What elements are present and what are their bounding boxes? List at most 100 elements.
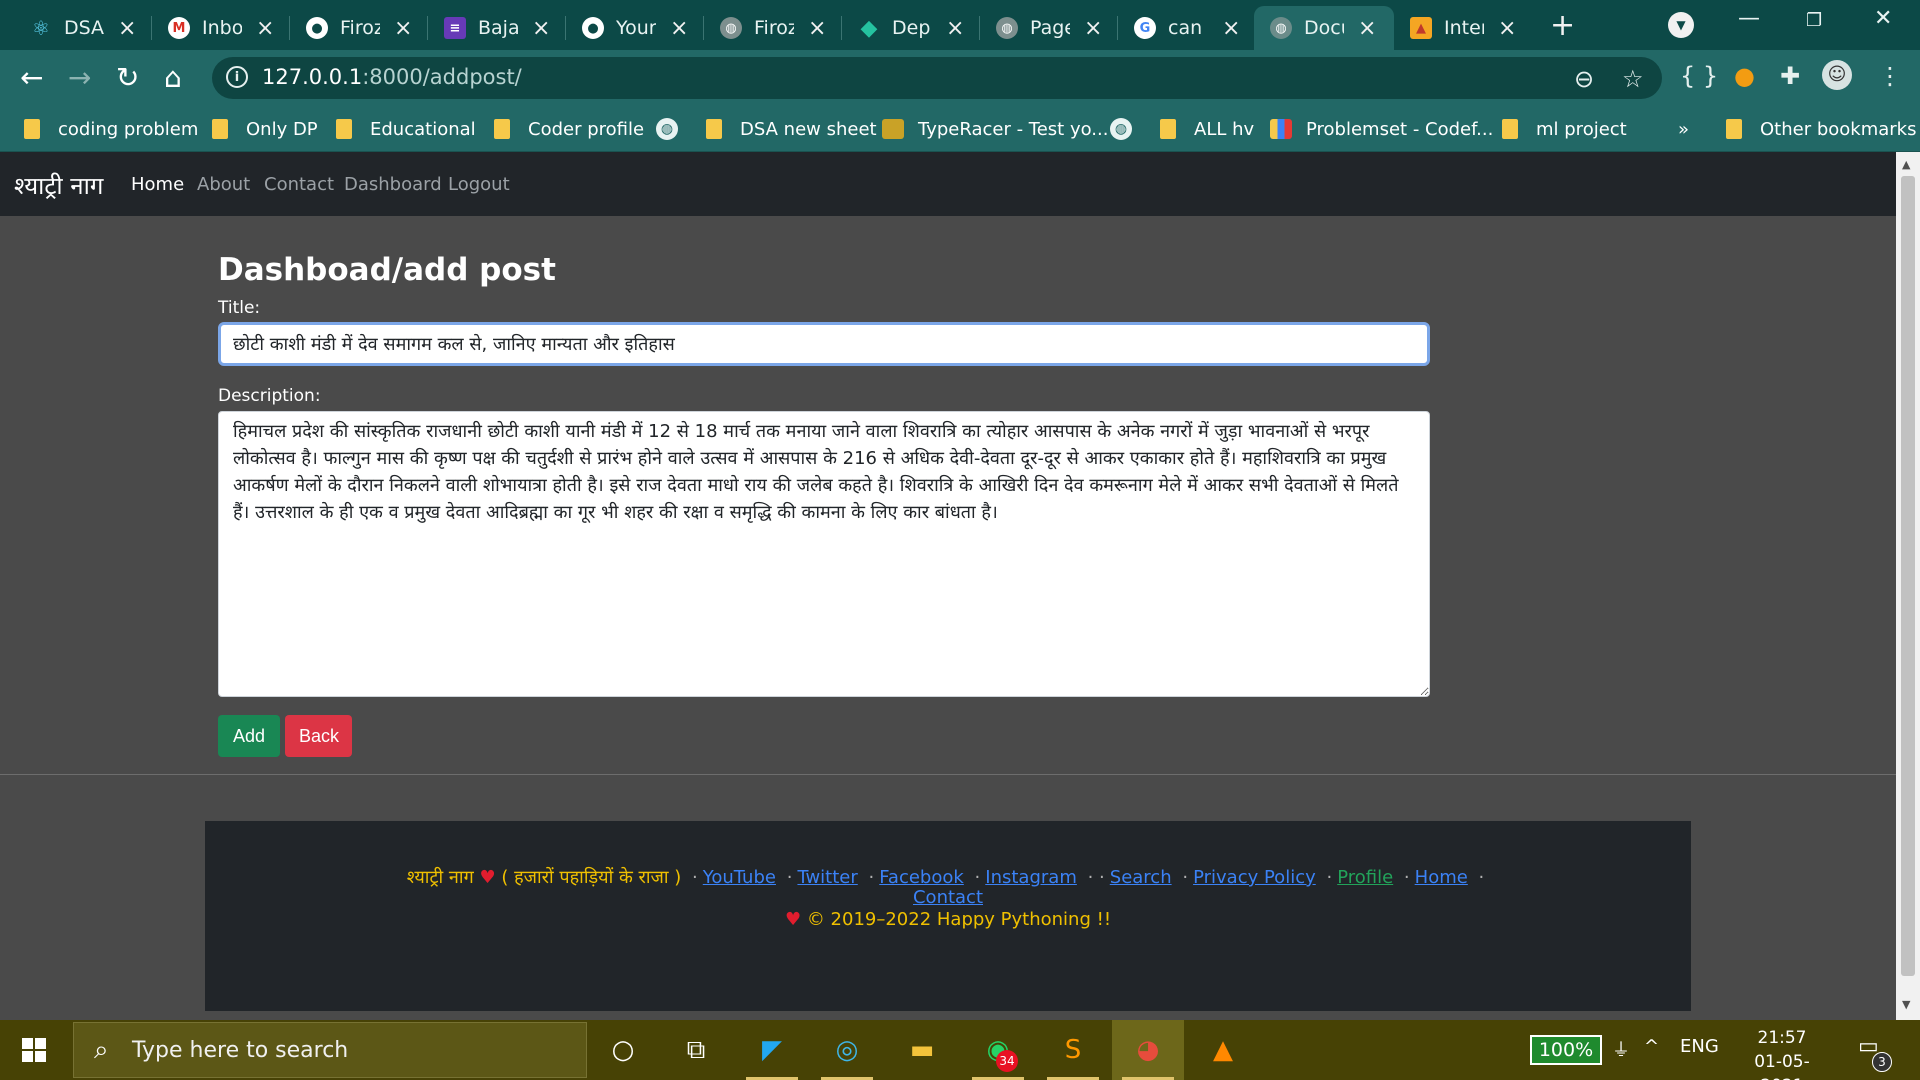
close-icon[interactable]: × bbox=[256, 16, 274, 41]
tab-strip: ⚛ DSA l × M Inbox × ● Firoz × ≡ Bajaj × … bbox=[0, 0, 1920, 50]
profile-avatar[interactable]: ☺ bbox=[1822, 60, 1852, 90]
address-bar[interactable]: i 127.0.0.1:8000/addpost/ ⊖ ☆ bbox=[212, 57, 1662, 99]
windows-start-icon[interactable] bbox=[22, 1038, 46, 1066]
footer-link-youtube[interactable]: YouTube bbox=[703, 867, 776, 888]
close-icon[interactable]: × bbox=[946, 16, 964, 41]
json-extension-icon[interactable]: { } bbox=[1680, 62, 1718, 90]
edge-icon[interactable]: ◎ bbox=[829, 1032, 865, 1068]
bookmark-item[interactable]: Educational bbox=[336, 114, 476, 144]
tab-label: Deplo bbox=[892, 17, 932, 39]
nav-home[interactable]: Home bbox=[131, 174, 184, 195]
browser-tab[interactable]: ◍ Page × bbox=[980, 6, 1112, 50]
close-icon[interactable]: × bbox=[1222, 16, 1240, 41]
minimize-icon[interactable]: — bbox=[1738, 6, 1760, 31]
bookmark-item[interactable]: TypeRacer - Test yo... bbox=[882, 114, 1108, 144]
close-icon[interactable]: × bbox=[1084, 16, 1102, 41]
browser-tab[interactable]: ● Firoz × bbox=[290, 6, 422, 50]
forward-arrow-icon[interactable]: → bbox=[68, 62, 91, 94]
bookmark-item[interactable]: Problemset - Codef... bbox=[1270, 114, 1493, 144]
taskbar-search-box[interactable]: ⌕ Type here to search bbox=[73, 1022, 587, 1078]
title-input[interactable] bbox=[218, 322, 1430, 366]
scroll-up-icon[interactable]: ▲ bbox=[1902, 158, 1910, 171]
browser-tab[interactable]: G can w × bbox=[1118, 6, 1250, 50]
clock[interactable]: 21:57 01-05-2021 bbox=[1734, 1026, 1830, 1080]
language-indicator[interactable]: ENG bbox=[1680, 1036, 1719, 1057]
close-icon[interactable]: × bbox=[532, 16, 550, 41]
bookmark-item[interactable]: ◍ bbox=[1110, 114, 1146, 144]
nav-logout[interactable]: Logout bbox=[448, 174, 510, 195]
bookmarks-overflow-button[interactable]: » bbox=[1678, 114, 1689, 144]
folder-icon bbox=[24, 119, 40, 139]
restore-icon[interactable]: ❐ bbox=[1806, 10, 1822, 31]
whatsapp-badge: 34 bbox=[996, 1050, 1018, 1072]
site-brand[interactable]: श्याट्री नाग bbox=[14, 169, 103, 202]
footer-link-instagram[interactable]: Instagram bbox=[985, 867, 1077, 888]
bookmark-label: Coder profile bbox=[528, 118, 645, 140]
bookmark-item[interactable]: ◍ bbox=[656, 114, 692, 144]
bookmark-item[interactable]: Only DP bbox=[212, 114, 318, 144]
task-view-icon[interactable]: ⧉ bbox=[678, 1032, 714, 1068]
footer-link-home[interactable]: Home bbox=[1415, 867, 1468, 888]
nav-contact[interactable]: Contact bbox=[264, 174, 334, 195]
globe-icon: ◍ bbox=[656, 118, 678, 140]
bookmark-item[interactable]: coding problem bbox=[24, 114, 198, 144]
footer-link-facebook[interactable]: Facebook bbox=[879, 867, 964, 888]
more-menu-icon[interactable]: ⋮ bbox=[1878, 62, 1902, 90]
close-icon[interactable]: × bbox=[118, 16, 136, 41]
battery-indicator[interactable]: 100% bbox=[1530, 1035, 1602, 1065]
puzzle-icon[interactable]: ✚ bbox=[1780, 62, 1800, 90]
close-icon[interactable]: × bbox=[1498, 16, 1516, 41]
footer-link-privacy[interactable]: Privacy Policy bbox=[1193, 867, 1316, 888]
close-icon[interactable]: × bbox=[1358, 16, 1376, 41]
nav-about[interactable]: About bbox=[197, 174, 250, 195]
chrome-icon[interactable]: ◕ bbox=[1130, 1032, 1166, 1068]
browser-tab[interactable]: M Inbox × bbox=[152, 6, 284, 50]
browser-tab[interactable]: ◍ Firoz × bbox=[704, 6, 836, 50]
close-icon[interactable]: × bbox=[670, 16, 688, 41]
power-plug-icon[interactable]: ⏚ bbox=[1612, 1036, 1630, 1062]
browser-tab[interactable]: ◆ Deplo × bbox=[842, 6, 974, 50]
browser-tab[interactable]: ≡ Bajaj × bbox=[428, 6, 560, 50]
reload-icon[interactable]: ↻ bbox=[116, 62, 139, 94]
browser-tab[interactable]: ▲ Intern × bbox=[1394, 6, 1526, 50]
url-text[interactable]: 127.0.0.1:8000/addpost/ bbox=[262, 65, 522, 89]
footer-link-profile[interactable]: Profile bbox=[1337, 867, 1393, 888]
footer-link-search[interactable]: Search bbox=[1110, 867, 1172, 888]
footer-copyright-row: ♥ © 2019–2022 Happy Pythoning !! bbox=[205, 909, 1691, 930]
browser-tab-active[interactable]: ◍ Docu × bbox=[1254, 6, 1394, 50]
browser-tab[interactable]: ● Your × bbox=[566, 6, 698, 50]
tab-search-icon[interactable]: ▼ bbox=[1668, 12, 1694, 38]
bookmark-item[interactable]: DSA new sheet bbox=[706, 114, 877, 144]
show-hidden-icons[interactable]: ^ bbox=[1644, 1036, 1659, 1057]
bookmark-item[interactable]: ALL hv bbox=[1160, 114, 1254, 144]
bookmark-item[interactable]: Coder profile bbox=[494, 114, 644, 144]
zoom-icon[interactable]: ⊖ bbox=[1574, 65, 1594, 93]
web-page: श्याट्री नाग Home About Contact Dashboar… bbox=[0, 152, 1896, 1020]
back-arrow-icon[interactable]: ← bbox=[20, 62, 43, 94]
window-close-icon[interactable]: ✕ bbox=[1874, 6, 1892, 31]
bookmark-item[interactable]: ml project bbox=[1502, 114, 1627, 144]
new-tab-button[interactable]: + bbox=[1550, 8, 1575, 43]
other-bookmarks[interactable]: Other bookmarks bbox=[1726, 114, 1916, 144]
footer-link-contact[interactable]: Contact bbox=[913, 887, 983, 908]
close-icon[interactable]: × bbox=[394, 16, 412, 41]
site-info-icon[interactable]: i bbox=[226, 66, 248, 88]
back-button[interactable]: Back bbox=[285, 715, 352, 757]
extension-drop-icon[interactable]: ● bbox=[1734, 62, 1755, 90]
vscode-icon[interactable]: ◤ bbox=[754, 1032, 790, 1068]
description-textarea[interactable]: हिमाचल प्रदेश की सांस्कृतिक राजधानी छोटी… bbox=[218, 411, 1430, 697]
sublime-icon[interactable]: S bbox=[1055, 1032, 1091, 1068]
vlc-icon[interactable]: ▲ bbox=[1205, 1032, 1241, 1068]
page-scrollbar[interactable]: ▲ ▼ bbox=[1896, 152, 1920, 1020]
scroll-down-icon[interactable]: ▼ bbox=[1902, 998, 1910, 1011]
star-icon[interactable]: ☆ bbox=[1622, 65, 1644, 93]
close-icon[interactable]: × bbox=[808, 16, 826, 41]
home-icon[interactable]: ⌂ bbox=[164, 62, 182, 94]
browser-tab[interactable]: ⚛ DSA l × bbox=[14, 6, 146, 50]
scroll-thumb[interactable] bbox=[1901, 176, 1915, 976]
add-button[interactable]: Add bbox=[218, 715, 280, 757]
nav-dashboard[interactable]: Dashboard bbox=[344, 174, 442, 195]
cortana-icon[interactable]: ○ bbox=[605, 1032, 641, 1068]
file-explorer-icon[interactable]: ▬ bbox=[904, 1032, 940, 1068]
footer-link-twitter[interactable]: Twitter bbox=[797, 867, 857, 888]
